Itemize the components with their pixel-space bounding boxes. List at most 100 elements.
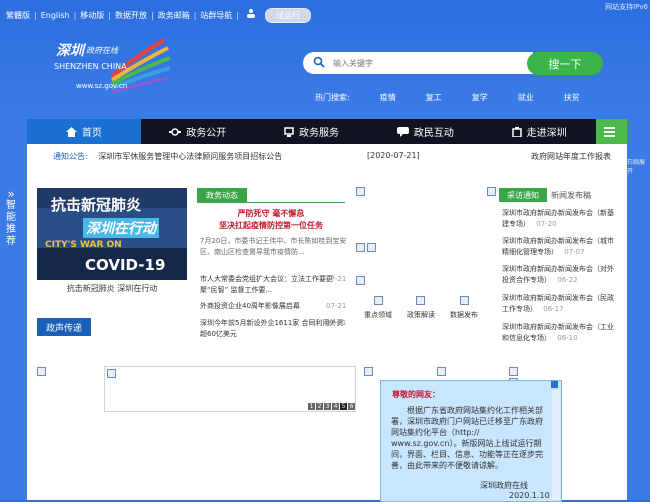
list-item[interactable]: 外商投资企业40周年影像展启幕 07-21 — [200, 301, 348, 312]
search-button[interactable]: 搜一下 — [527, 52, 603, 75]
list-item[interactable]: 深圳市政府新闻办新闻发布会（工业和信息化专场） 06-10 — [502, 322, 614, 344]
list-item[interactable]: 市人大常委会党组扩大会议：立法工作要更聚“民智” 监督工作要... 07-21 — [200, 274, 348, 296]
image-placeholder-icon[interactable] — [356, 243, 365, 252]
popup-signature: 深圳政府在线 — [480, 481, 528, 490]
release-date: 06-22 — [557, 276, 578, 284]
chevron-right-icon: » — [7, 187, 15, 201]
quick-data[interactable]: 数据发布 — [444, 310, 484, 320]
release-title[interactable]: 深圳市政府新闻办新闻发布会（新基建专场） — [502, 209, 614, 228]
tab-politics-news[interactable]: 政务动态 — [197, 188, 247, 202]
popup-title: 尊敬的网友： — [392, 390, 440, 399]
release-date: 06-10 — [557, 334, 578, 342]
hot-word[interactable]: 复学 — [472, 92, 488, 103]
list-item[interactable]: 深圳市政府新闻办新闻发布会（城市精细化管理专场） 07-07 — [502, 236, 614, 258]
building-icon — [511, 126, 522, 137]
nav-label: 政民互动 — [413, 128, 454, 139]
sidetab-char: 能 — [6, 212, 16, 223]
link-english[interactable]: English — [41, 11, 70, 20]
image-placeholder-icon[interactable] — [367, 243, 376, 252]
image-placeholder-icon[interactable] — [437, 367, 446, 376]
hot-word[interactable]: 复工 — [426, 92, 442, 103]
covid-en: CITY'S WAR ON — [45, 240, 122, 250]
tab-interview-notice[interactable]: 采访通知 — [499, 188, 547, 202]
menu-icon — [603, 126, 615, 137]
link-site-nav[interactable]: 站群导航 — [200, 10, 232, 21]
release-date: 06-17 — [543, 305, 564, 313]
nav-gov-service[interactable]: 政务服务 — [254, 119, 369, 144]
list-item[interactable]: 深圳今年前5月新设外企1611家 合同利用外资超60亿美元 07-21 — [200, 318, 348, 340]
image-placeholder-icon[interactable] — [37, 367, 46, 376]
release-title[interactable]: 深圳市政府新闻办新闻发布会（城市精细化管理专场） — [502, 237, 614, 256]
image-placeholder-icon[interactable] — [356, 187, 365, 196]
list-item[interactable]: 深圳市政府新闻办新闻发布会（新基建专场） 07-20 — [502, 208, 614, 230]
pager-dot[interactable]: 2 — [316, 403, 323, 410]
headline-line2[interactable]: 坚决扛起疫情防控第一位任务 — [197, 220, 345, 231]
logo-cn2: 政府在线 — [86, 46, 118, 55]
sidetab-char: 荐 — [6, 236, 16, 247]
image-placeholder-icon[interactable] — [356, 276, 365, 285]
nav-label: 首页 — [81, 128, 102, 139]
popup-scrollbar[interactable] — [552, 390, 560, 500]
tab-underline — [197, 202, 345, 203]
hot-word[interactable]: 疫情 — [380, 92, 396, 103]
news-title[interactable]: 外商投资企业40周年影像展启幕 — [200, 302, 300, 310]
covid-title: 抗击新冠肺炎 — [51, 196, 142, 214]
covid-banner[interactable]: 抗击新冠肺炎 深圳在行动 CITY'S WAR ON COVID-19 — [37, 188, 187, 280]
hot-search-row: 热门搜索: 疫情 复工 复学 就业 扶贫 — [315, 92, 610, 103]
pager-dot[interactable]: 1 — [308, 403, 315, 410]
link-traditional[interactable]: 繁體版 — [6, 10, 30, 21]
nav-visit-shenzhen[interactable]: 走进深圳 — [482, 119, 597, 144]
hot-word[interactable]: 就业 — [518, 92, 534, 103]
site-logo[interactable]: 深圳 政府在线 SHENZHEN CHINA www.sz.gov.cn — [52, 36, 172, 100]
pager-dot[interactable]: 5 — [340, 403, 347, 410]
link-mobile[interactable]: 移动版 — [80, 10, 104, 21]
quick-policy[interactable]: 政策解读 — [401, 310, 441, 320]
policy-icon[interactable] — [416, 296, 425, 305]
search-icon — [313, 56, 325, 70]
image-placeholder-icon — [487, 187, 496, 196]
logo-url: www.sz.gov.cn — [76, 82, 128, 90]
news-title[interactable]: 市人大常委会党组扩大会议：立法工作要更聚“民智” 监督工作要... — [200, 275, 333, 294]
nav-home[interactable]: 首页 — [27, 119, 141, 144]
data-icon[interactable] — [460, 296, 469, 305]
quick-key-areas[interactable]: 重点领域 — [358, 310, 398, 320]
notice-text[interactable]: 深圳市军休服务管理中心法律顾问服务项目招标公告 — [98, 152, 282, 161]
smart-recommend-tab[interactable]: » 智 能 推 荐 — [0, 188, 22, 248]
news-transmit-button[interactable]: 政声传递 — [37, 318, 91, 336]
tab-press-release[interactable]: 新闻发布稿 — [551, 188, 591, 202]
ipv6-note: 网站支持IPv6 — [605, 3, 648, 11]
news-title[interactable]: 深圳今年前5月新设外企1611家 合同利用外资超60亿美元 — [200, 319, 344, 338]
sidetab-char: 推 — [6, 224, 16, 235]
slider-pager: 1 2 3 4 5 6 — [308, 403, 356, 410]
search-input[interactable] — [331, 57, 515, 69]
logo-cn: 深圳 — [56, 43, 84, 59]
list-item[interactable]: 深圳市政府新闻办新闻发布会（对外投资合作专场） 06-22 — [502, 264, 614, 286]
main-nav: 首页 政务公开 政务服务 政民互动 走进深圳 — [27, 119, 628, 144]
side-expand-text[interactable]: 石绸展开 — [627, 157, 650, 175]
trial-badge: 试运行 — [265, 7, 312, 23]
news-date: 07-21 — [326, 302, 347, 310]
pager-dot[interactable]: 4 — [332, 403, 339, 410]
popup-date: 2020.1.10 — [509, 491, 550, 500]
link-gov-mail[interactable]: 政务邮箱 — [158, 10, 190, 21]
hot-word[interactable]: 扶贫 — [564, 92, 580, 103]
close-icon[interactable] — [551, 381, 558, 388]
key-areas-icon[interactable] — [374, 296, 383, 305]
link-open-data[interactable]: 数据开放 — [115, 10, 147, 21]
nav-gov-open[interactable]: 政务公开 — [140, 119, 255, 144]
nav-menu-button[interactable] — [596, 119, 628, 144]
image-placeholder-icon[interactable] — [364, 367, 373, 376]
annual-report-link[interactable]: 政府网站年度工作报表 — [531, 151, 611, 162]
image-placeholder-icon[interactable] — [509, 367, 518, 376]
covid-subtitle: 深圳在行动 — [83, 218, 159, 238]
hot-search-label: 热门搜索: — [315, 93, 350, 102]
headline-line1[interactable]: 严防死守 毫不懈怠 — [197, 208, 345, 219]
pager-dot[interactable]: 3 — [324, 403, 331, 410]
nav-interaction[interactable]: 政民互动 — [368, 119, 483, 144]
chat-icon — [396, 126, 409, 137]
list-item[interactable]: 深圳市政府新闻办新闻发布会（民政工作专场） 06-17 — [502, 293, 614, 315]
notice-date: [2020-07-21] — [367, 151, 420, 160]
pager-dot[interactable]: 6 — [348, 403, 355, 410]
accessibility-icon[interactable] — [245, 8, 257, 22]
covid-caption[interactable]: 抗击新冠肺炎 深圳在行动 — [37, 283, 187, 294]
